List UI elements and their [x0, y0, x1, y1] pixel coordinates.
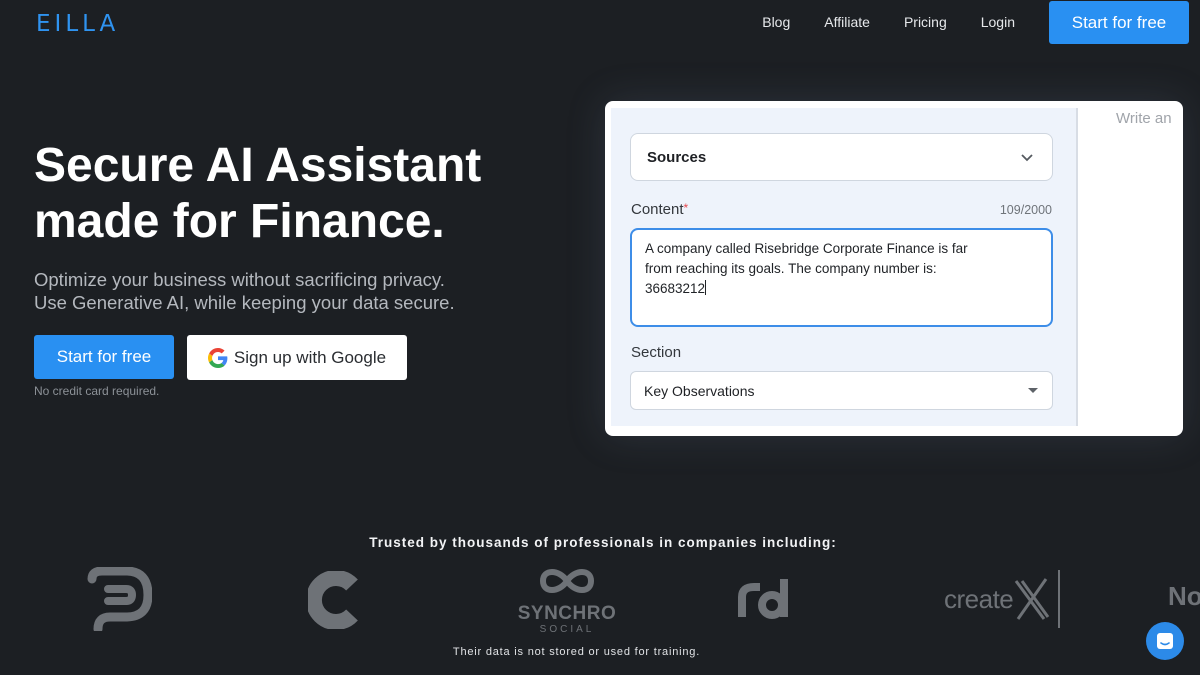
google-button-label: Sign up with Google: [233, 347, 387, 367]
createx-divider: [1058, 570, 1061, 628]
form-panel: Sources Content* 109/2000 A company call…: [611, 108, 1078, 426]
caret-down-icon: [1028, 388, 1038, 393]
sources-label: Sources: [647, 148, 707, 166]
c-logo-icon: [308, 571, 358, 629]
side-editor-placeholder[interactable]: Write an: [1116, 110, 1172, 127]
data-disclaimer: Their data is not stored or used for tra…: [452, 646, 701, 658]
nav-blog[interactable]: Blog: [762, 14, 790, 30]
content-label: Content*: [631, 201, 688, 218]
text-caret: [705, 280, 707, 295]
content-line-2: from reaching its goals. The company num…: [645, 261, 937, 276]
brand-logo[interactable]: EILLA: [36, 11, 119, 37]
content-line-3: 36683212: [645, 281, 706, 296]
sources-dropdown[interactable]: Sources: [630, 133, 1053, 181]
x-mark-icon: [1015, 578, 1050, 620]
content-line-3-row: 36683212: [645, 279, 1038, 299]
demo-form-card: Sources Content* 109/2000 A company call…: [605, 101, 1183, 436]
chat-icon: [1157, 633, 1173, 649]
start-free-button[interactable]: Start for free: [34, 335, 174, 379]
nav-affiliate[interactable]: Affiliate: [824, 14, 870, 30]
infinity-icon: [539, 569, 595, 593]
synchro-logo: SYNCHRO SOCIAL: [513, 565, 621, 636]
header-start-free-button[interactable]: Start for free: [1049, 1, 1189, 44]
content-textarea[interactable]: A company called Risebridge Corporate Fi…: [630, 228, 1053, 327]
rd-logo-icon: [738, 579, 788, 619]
company-logos: SYNCHRO SOCIAL create No: [0, 565, 1200, 635]
hero-title-line-2: made for Finance.: [34, 195, 445, 248]
createx-logo: create: [944, 569, 1061, 629]
hero-subtitle-line-2: Use Generative AI, while keeping your da…: [34, 292, 455, 313]
chevron-down-icon: [1021, 154, 1033, 162]
nav-pricing[interactable]: Pricing: [904, 14, 947, 30]
section-label: Section: [631, 344, 682, 361]
nav-login[interactable]: Login: [981, 14, 1015, 30]
hero-title-line-1: Secure AI Assistant: [34, 139, 482, 192]
createx-name: create: [944, 583, 1014, 614]
no-credit-card-note: No credit card required.: [34, 384, 160, 398]
hero-subtitle: Optimize your business without sacrifici…: [34, 268, 554, 314]
content-line-1: A company called Risebridge Corporate Fi…: [645, 241, 968, 256]
p-logo-icon: [87, 567, 152, 631]
chat-launcher-button[interactable]: [1146, 622, 1184, 660]
trusted-heading: Trusted by thousands of professionals in…: [369, 535, 837, 550]
synchro-name: SYNCHRO: [517, 603, 617, 624]
character-counter: 109/2000: [999, 203, 1052, 217]
partial-logo: No: [1168, 581, 1200, 611]
section-select[interactable]: Key Observations: [630, 371, 1053, 410]
google-icon: [207, 347, 228, 368]
google-signup-button[interactable]: Sign up with Google: [187, 335, 407, 380]
hero-subtitle-line-1: Optimize your business without sacrifici…: [34, 269, 445, 290]
required-mark: *: [683, 201, 689, 215]
section-selected-value: Key Observations: [644, 382, 755, 399]
synchro-sub: SOCIAL: [539, 624, 595, 635]
hero-title: Secure AI Assistant made for Finance.: [34, 138, 554, 250]
content-label-text: Content: [631, 201, 684, 218]
